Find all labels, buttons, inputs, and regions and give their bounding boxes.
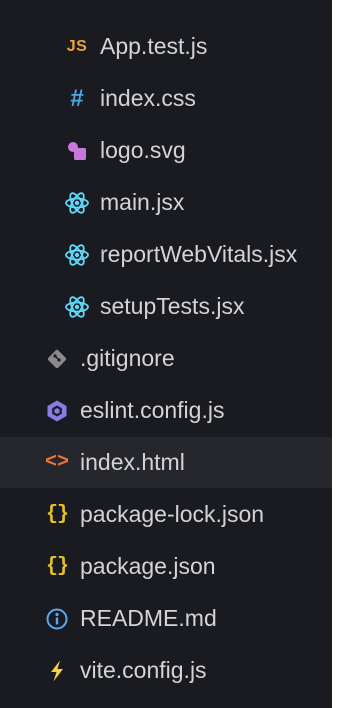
file-item-label: main.jsx [100,189,185,215]
file-item-package-lock-json[interactable]: {} package-lock.json [0,489,332,540]
file-item-label: eslint.config.js [80,397,225,423]
file-item-main-jsx[interactable]: main.jsx [0,177,332,228]
file-item-label: index.css [100,85,196,111]
eslint-file-icon [42,396,72,426]
file-item-label: .gitignore [80,345,175,371]
git-file-icon [42,344,72,374]
file-item-label: package-lock.json [80,501,265,527]
file-item-vite-config-js[interactable]: vite.config.js [0,645,332,696]
svg-file-icon [62,136,92,166]
file-item-index-css[interactable]: # index.css [0,73,332,124]
file-item-eslint-config-js[interactable]: eslint.config.js [0,385,332,436]
file-item-app-test-js[interactable]: JS App.test.js [0,21,332,72]
file-item-label: App.test.js [100,33,208,59]
file-item-label: index.html [80,449,185,475]
file-item-gitignore[interactable]: .gitignore [0,333,332,384]
file-item-report-web-vitals-jsx[interactable]: reportWebVitals.jsx [0,229,332,280]
file-item-readme-md[interactable]: README.md [0,593,332,644]
file-explorer-panel: JS App.test.js # index.css logo.svg main… [0,0,332,708]
file-item-setup-tests-jsx[interactable]: setupTests.jsx [0,281,332,332]
file-item-label: logo.svg [100,137,186,163]
file-item-index-html[interactable]: <> index.html [0,437,332,488]
react-file-icon [62,188,92,218]
javascript-file-icon: JS [66,37,88,55]
react-file-icon [62,292,92,322]
css-file-icon: # [70,84,84,112]
vite-file-icon [42,656,72,686]
file-item-label: vite.config.js [80,657,207,683]
file-item-label: setupTests.jsx [100,293,245,319]
file-item-package-json[interactable]: {} package.json [0,541,332,592]
file-item-logo-svg[interactable]: logo.svg [0,125,332,176]
file-item-label: package.json [80,553,216,579]
info-file-icon [42,604,72,634]
file-item-label: reportWebVitals.jsx [100,241,298,267]
json-file-icon: {} [45,555,69,578]
react-file-icon [62,240,92,270]
file-item-label: README.md [80,605,217,631]
html-file-icon: <> [44,451,69,474]
json-file-icon: {} [45,503,69,526]
